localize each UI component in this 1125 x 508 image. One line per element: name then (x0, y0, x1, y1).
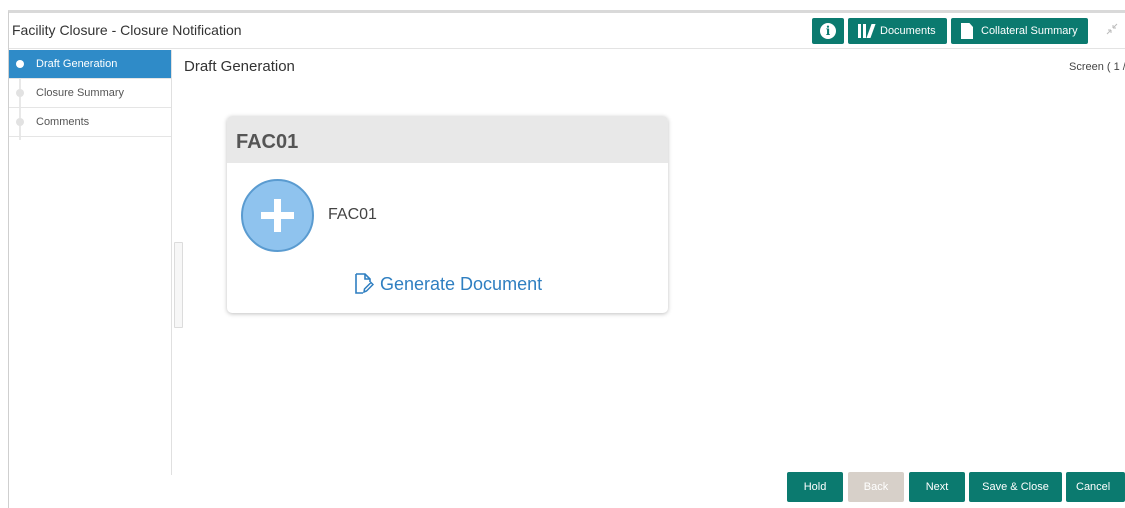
cancel-button[interactable]: Cancel (1066, 472, 1125, 502)
sidebar-item-closure-summary[interactable]: Closure Summary (9, 79, 171, 108)
add-document-icon[interactable] (241, 179, 314, 252)
sidebar-item-draft-generation[interactable]: Draft Generation (9, 50, 171, 79)
application-window: Facility Closure - Closure Notification … (8, 10, 1125, 508)
document-name: FAC01 (328, 206, 377, 223)
minimize-icon[interactable] (1105, 22, 1121, 38)
generate-document-label: Generate Document (380, 273, 543, 294)
sidebar-item-label: Comments (36, 116, 90, 128)
title-bar: Facility Closure - Closure Notification … (9, 13, 1125, 49)
generate-document-link[interactable]: Generate Document (354, 273, 542, 295)
sidebar-item-label: Draft Generation (36, 58, 118, 70)
step-navigation: Draft Generation Closure Summary Comment… (9, 50, 172, 475)
page-title: Draft Generation (184, 58, 295, 75)
window-title: Facility Closure - Closure Notification (12, 22, 242, 38)
collateral-summary-button-label: Collateral Summary (981, 25, 1078, 37)
documents-button-label: Documents (880, 25, 936, 37)
info-button[interactable]: i (812, 18, 844, 44)
document-card-header: FAC01 (227, 116, 668, 163)
next-button[interactable]: Next (909, 472, 965, 502)
step-dot-icon (16, 118, 24, 126)
save-and-close-button[interactable]: Save & Close (969, 472, 1062, 502)
info-icon: i (820, 23, 836, 39)
document-card: FAC01 FAC01 Generate Document (227, 116, 668, 313)
back-button[interactable]: Back (848, 472, 904, 502)
sidebar-item-label: Closure Summary (36, 87, 125, 99)
sidebar-item-comments[interactable]: Comments (9, 108, 171, 137)
library-icon (858, 24, 876, 38)
step-dot-icon (16, 89, 24, 97)
hold-button[interactable]: Hold (787, 472, 843, 502)
collateral-summary-button[interactable]: Collateral Summary (951, 18, 1088, 44)
documents-button[interactable]: Documents (848, 18, 947, 44)
file-icon (961, 23, 973, 39)
panel-splitter-handle[interactable] (174, 242, 183, 328)
screen-indicator: Screen ( 1 / (1069, 61, 1125, 73)
step-dot-icon (16, 60, 24, 68)
edit-document-icon (355, 273, 374, 294)
